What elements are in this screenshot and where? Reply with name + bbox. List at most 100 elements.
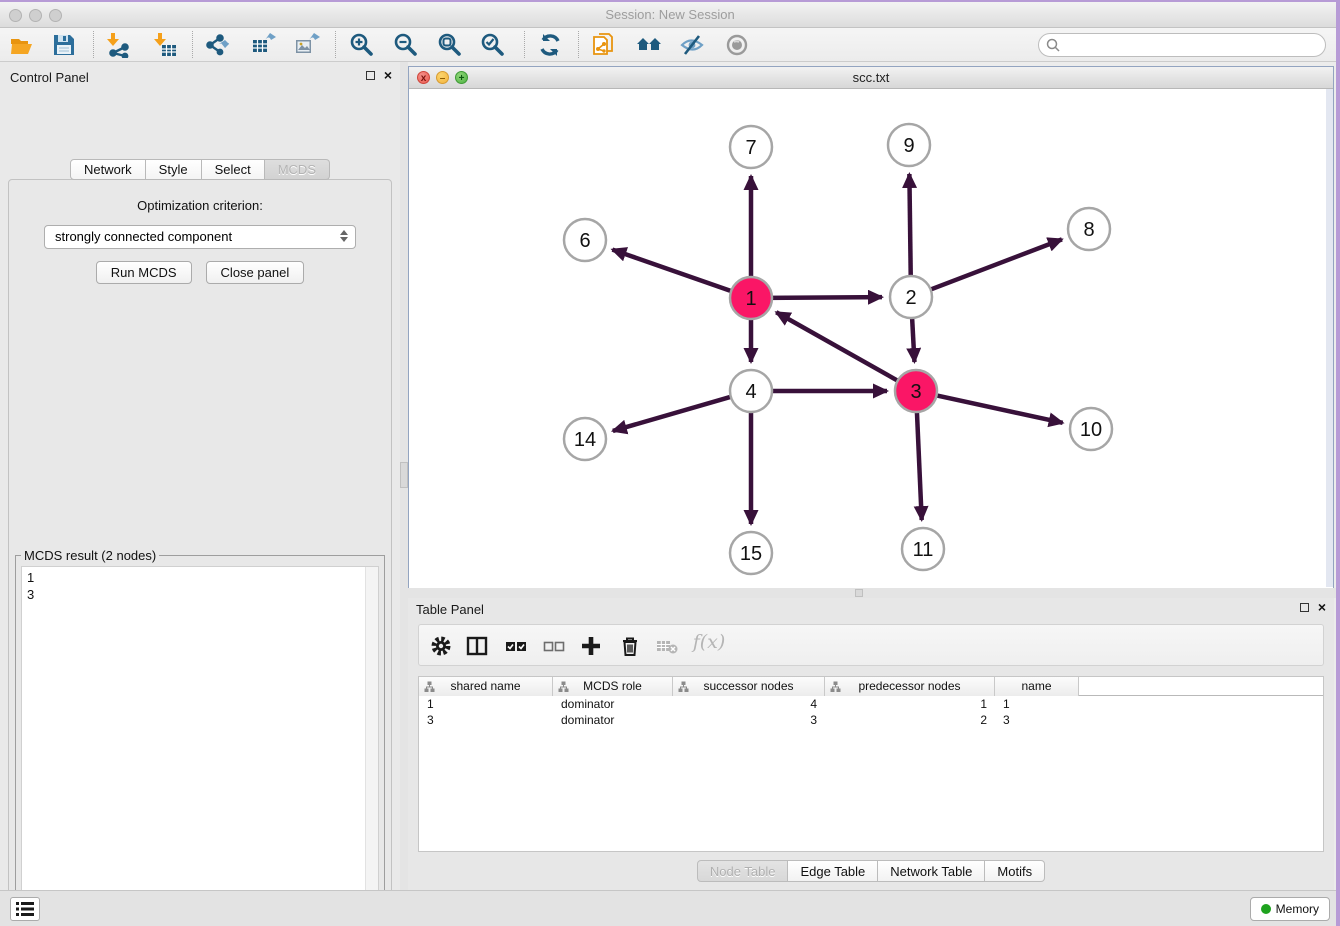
node-4[interactable]: 4 <box>730 370 772 412</box>
edge-1-6[interactable] <box>612 250 735 293</box>
cell-successor-nodes[interactable]: 3 <box>673 712 825 728</box>
node-1[interactable]: 1 <box>730 277 772 319</box>
column-header-shared-name[interactable]: shared name <box>419 677 553 696</box>
vertical-splitter[interactable] <box>400 62 408 890</box>
cell-name[interactable]: 3 <box>995 712 1079 728</box>
export-image-icon[interactable] <box>294 32 320 58</box>
splitter-grip[interactable] <box>855 589 863 597</box>
status-bar: Memory <box>0 890 1340 926</box>
select-all-rows-icon[interactable] <box>504 634 528 658</box>
export-network-icon[interactable] <box>205 32 231 58</box>
memory-button[interactable]: Memory <box>1250 897 1330 921</box>
edge-1-2[interactable] <box>768 297 882 298</box>
export-table-icon[interactable] <box>251 32 277 58</box>
edge-3-11[interactable] <box>917 408 922 520</box>
delete-column-trash-icon[interactable] <box>618 634 642 658</box>
close-panel-icon[interactable]: × <box>1318 602 1326 612</box>
search-field-wrap <box>1038 33 1326 57</box>
search-input[interactable] <box>1038 33 1326 57</box>
save-session-icon[interactable] <box>51 32 77 58</box>
node-3[interactable]: 3 <box>895 370 937 412</box>
cell-name[interactable]: 1 <box>995 696 1079 712</box>
zoom-fit-icon[interactable] <box>437 32 463 58</box>
show-hide-panels-button[interactable] <box>10 897 40 921</box>
cell-shared-name[interactable]: 3 <box>419 712 553 728</box>
close-panel-button[interactable]: Close panel <box>206 261 305 284</box>
mcds-result-area[interactable]: 1 3 <box>21 566 379 926</box>
svg-text:9: 9 <box>903 135 914 157</box>
svg-text:11: 11 <box>913 539 934 561</box>
cell-mcds-role[interactable]: dominator <box>553 712 673 728</box>
show-column-panel-icon[interactable] <box>465 634 489 658</box>
node-2[interactable]: 2 <box>890 276 932 318</box>
edge-2-8[interactable] <box>927 239 1062 291</box>
table-panel-title: Table Panel <box>416 602 484 617</box>
node-6[interactable]: 6 <box>564 219 606 261</box>
node-9[interactable]: 9 <box>888 124 930 166</box>
zoom-in-icon[interactable] <box>349 32 375 58</box>
svg-text:7: 7 <box>745 137 756 159</box>
zoom-selected-icon[interactable] <box>480 32 506 58</box>
node-8[interactable]: 8 <box>1068 208 1110 250</box>
result-scrollbar[interactable] <box>365 567 378 926</box>
edge-4-14[interactable] <box>613 396 735 431</box>
cell-shared-name[interactable]: 1 <box>419 696 553 712</box>
node-15[interactable]: 15 <box>730 532 772 574</box>
edge-2-9[interactable] <box>909 174 910 280</box>
toolbar-divider <box>524 31 525 58</box>
edge-2-3[interactable] <box>912 314 915 362</box>
tab-network[interactable]: Network <box>70 159 146 180</box>
import-network-icon[interactable] <box>105 32 131 58</box>
column-header-mcds-role[interactable]: MCDS role <box>553 677 673 696</box>
criterion-select[interactable]: strongly connected component <box>44 225 356 249</box>
node-table-body: 1dominator4113dominator323 <box>419 696 1323 728</box>
node-10[interactable]: 10 <box>1070 408 1112 450</box>
node-7[interactable]: 7 <box>730 126 772 168</box>
float-panel-icon[interactable] <box>1300 603 1309 612</box>
add-column-icon[interactable] <box>579 634 603 658</box>
horizontal-splitter[interactable] <box>408 588 1340 598</box>
import-table-icon[interactable] <box>152 32 178 58</box>
table-row[interactable]: 1dominator411 <box>419 696 1323 712</box>
node-11[interactable]: 11 <box>902 528 944 570</box>
column-header-predecessor-nodes[interactable]: predecessor nodes <box>825 677 995 696</box>
new-network-from-selection-icon[interactable] <box>592 32 618 58</box>
apply-layout-icon[interactable] <box>537 32 563 58</box>
tab-edge-table[interactable]: Edge Table <box>788 860 878 882</box>
close-panel-icon[interactable]: × <box>384 70 392 80</box>
network-scrollbar[interactable] <box>1326 89 1333 587</box>
tab-select[interactable]: Select <box>202 159 265 180</box>
first-neighbors-icon[interactable] <box>636 32 662 58</box>
hide-selected-icon[interactable] <box>679 32 705 58</box>
tab-style[interactable]: Style <box>146 159 202 180</box>
splitter-grip[interactable] <box>400 462 408 488</box>
column-header-successor-nodes[interactable]: successor nodes <box>673 677 825 696</box>
tab-network-table[interactable]: Network Table <box>878 860 985 882</box>
cell-predecessor-nodes[interactable]: 2 <box>825 712 995 728</box>
function-builder-icon[interactable]: f(x) <box>691 631 727 655</box>
node-14[interactable]: 14 <box>564 418 606 460</box>
tab-mcds[interactable]: MCDS <box>265 159 330 180</box>
cell-successor-nodes[interactable]: 4 <box>673 696 825 712</box>
main-toolbar <box>0 28 1340 62</box>
edge-3-1[interactable] <box>776 312 901 382</box>
delete-table-icon[interactable] <box>655 634 679 658</box>
table-settings-gear-icon[interactable] <box>429 634 453 658</box>
show-all-icon[interactable] <box>724 32 750 58</box>
cell-predecessor-nodes[interactable]: 1 <box>825 696 995 712</box>
deselect-all-rows-icon[interactable] <box>542 634 566 658</box>
run-mcds-button[interactable]: Run MCDS <box>96 261 192 284</box>
open-session-icon[interactable] <box>9 32 35 58</box>
cell-mcds-role[interactable]: dominator <box>553 696 673 712</box>
table-row[interactable]: 3dominator323 <box>419 712 1323 728</box>
network-window-titlebar[interactable]: x – + scc.txt <box>409 67 1333 89</box>
criterion-selected-value: strongly connected component <box>55 229 232 244</box>
tab-motifs[interactable]: Motifs <box>985 860 1045 882</box>
tab-node-table[interactable]: Node Table <box>697 860 789 882</box>
network-canvas[interactable]: 1 2 3 4 6 7 8 9 10 11 14 15 <box>409 89 1333 588</box>
column-header-name[interactable]: name <box>995 677 1079 696</box>
svg-text:10: 10 <box>1080 419 1102 441</box>
zoom-out-icon[interactable] <box>393 32 419 58</box>
edge-3-10[interactable] <box>933 395 1063 423</box>
float-panel-icon[interactable] <box>366 71 375 80</box>
